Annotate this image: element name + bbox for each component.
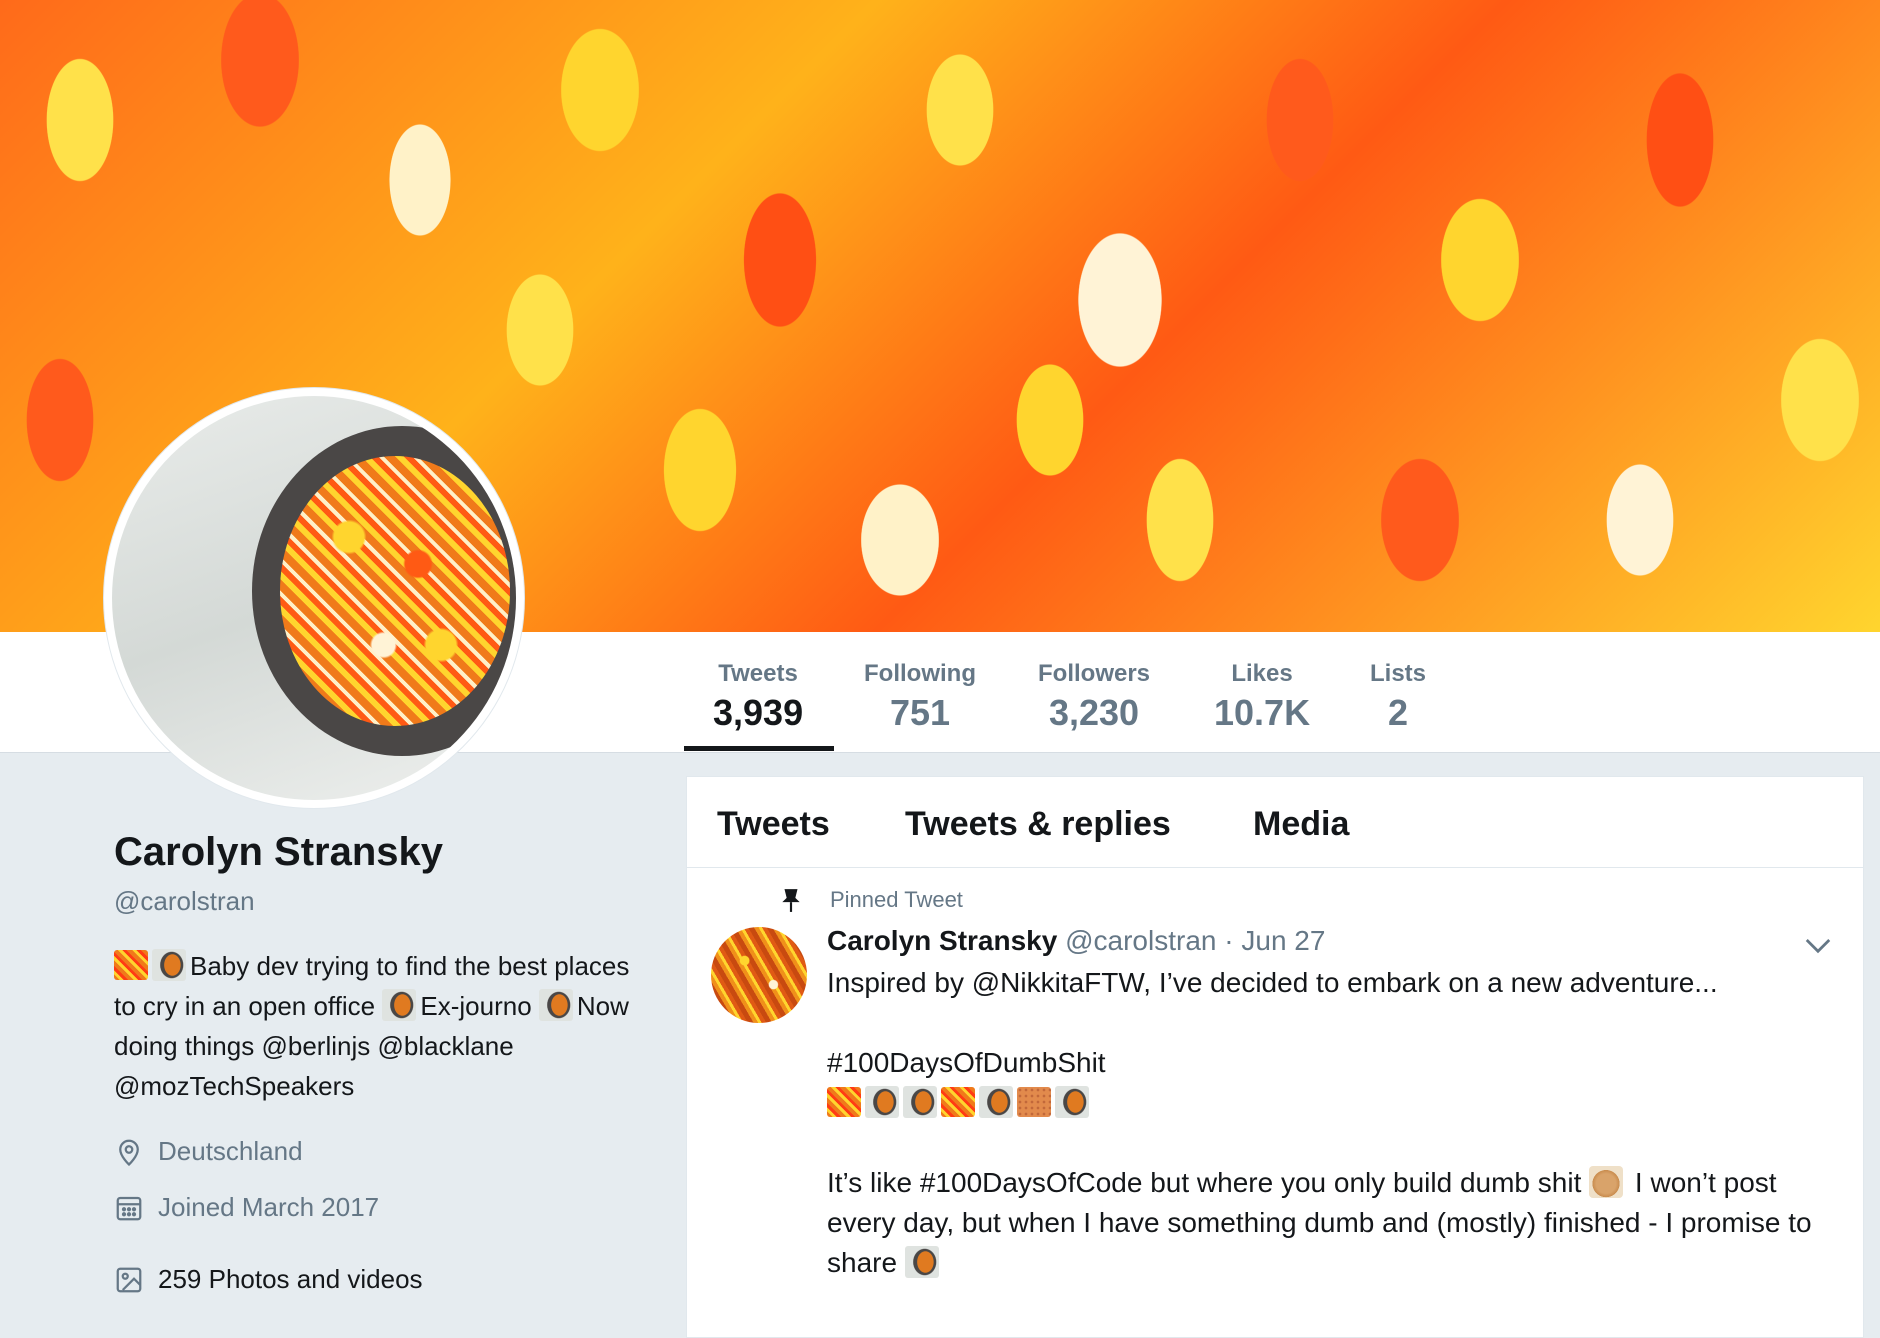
stat-likes[interactable]: Likes 10.7K [1214,660,1310,734]
tweet-body: Inspired by @NikkitaFTW, I’ve decided to… [827,963,1837,1283]
stat-label: Tweets [718,660,798,687]
tab-tweets[interactable]: Tweets [717,805,830,844]
candy-emoji-icon [827,1087,861,1117]
tweet-text: It’s like #100DaysOfCode but where you o… [827,1163,1837,1283]
bowl-emoji-icon [538,989,573,1021]
bowl-emoji-icon [903,1086,937,1118]
calendar-icon [116,1196,142,1220]
pinned-text: Pinned Tweet [830,887,963,912]
tab-media[interactable]: Media [1253,805,1349,844]
stat-label: Lists [1370,660,1427,687]
tweet-text: Inspired by @NikkitaFTW, I’ve decided to… [827,967,1718,998]
profile-photos-link[interactable]: 259 Photos and videos [114,1264,423,1295]
tweet-avatar[interactable] [711,927,807,1023]
stat-label: Following [864,660,976,687]
profile-joined: Joined March 2017 [114,1192,379,1223]
pinned-tweet-label: Pinned Tweet [780,887,963,913]
profile-handle[interactable]: @carolstran [114,886,255,917]
bowl-emoji-icon [904,1246,939,1278]
stat-value: 2 [1387,692,1409,733]
timeline-panel: Tweets Tweets & replies Media Pinned Twe… [686,776,1864,1338]
bowl-emoji-icon [1055,1086,1089,1118]
mention-link[interactable]: @blacklane [377,1031,513,1061]
photo-icon [116,1267,142,1292]
profile-name[interactable]: Carolyn Stransky [114,830,443,875]
location-text: Deutschland [158,1136,303,1166]
candy-emoji-icon [941,1087,975,1117]
bowl-emoji-icon [979,1086,1013,1118]
stat-followers[interactable]: Followers 3,230 [1038,660,1150,734]
joined-text: Joined March 2017 [158,1192,380,1222]
profile-avatar[interactable] [104,388,524,808]
active-stat-indicator [684,746,834,751]
stat-following[interactable]: Following 751 [864,660,976,734]
candy-emoji-icon [114,950,148,980]
stat-tweets[interactable]: Tweets 3,939 [713,660,803,734]
stat-value: 3,230 [1048,692,1140,733]
pin-icon [782,889,800,912]
stat-lists[interactable]: Lists 2 [1370,660,1426,734]
stat-label: Followers [1038,660,1151,687]
stat-label: Likes [1231,660,1293,687]
bowl-emoji-icon [865,1086,899,1118]
profile-location: Deutschland [114,1136,303,1167]
dog-emoji-icon [1589,1166,1624,1198]
photos-text[interactable]: 259 Photos and videos [158,1264,423,1295]
mention-link[interactable]: @mozTechSpeakers [114,1071,354,1101]
tweet-author-name[interactable]: Carolyn Stransky [827,925,1057,956]
bowl-emoji-icon [152,949,186,981]
tweet-text-part: It’s like #100DaysOfCode but where you o… [827,1167,1582,1198]
bowl-emoji-icon [382,989,417,1021]
stat-value: 3,939 [713,692,804,733]
chevron-down-icon[interactable] [1803,933,1833,957]
tweet-date[interactable]: · Jun 27 [1224,925,1325,956]
tab-tweets-replies[interactable]: Tweets & replies [905,805,1171,844]
tweet-emoji-row [827,1083,1837,1123]
tweet-author-handle[interactable]: @carolstran [1065,925,1216,956]
avatar-image [112,396,516,800]
seeds-emoji-icon [1017,1087,1051,1117]
mention-link[interactable]: @berlinjs [261,1031,370,1061]
tweet-hashtag[interactable]: #100DaysOfDumbShit [827,1043,1837,1083]
stat-value: 10.7K [1214,692,1311,733]
profile-bio: Baby dev trying to find the best places … [114,946,634,1106]
timeline-tabs: Tweets Tweets & replies Media [687,777,1863,868]
bio-text: Ex-journo [420,991,532,1021]
tweet-header: Carolyn Stransky @carolstran · Jun 27 [827,925,1325,957]
stat-value: 751 [889,692,951,733]
avatar-candy [280,456,510,726]
location-pin-icon [119,1139,139,1166]
